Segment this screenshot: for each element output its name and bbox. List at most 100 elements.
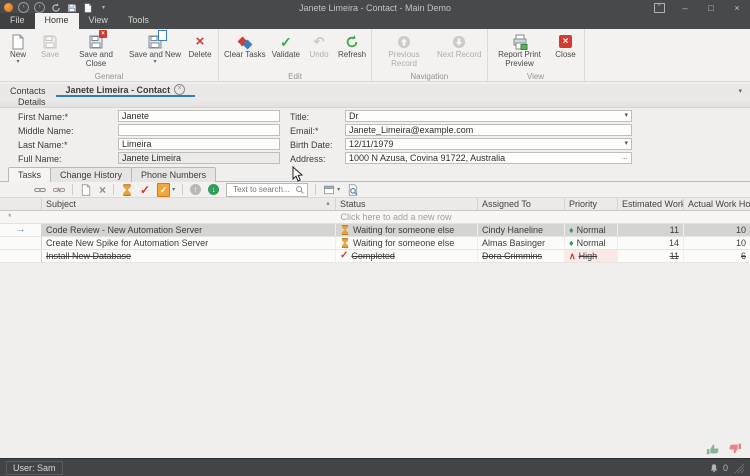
view-settings-icon[interactable]: ▾ — [323, 183, 340, 196]
move-down-icon[interactable]: ↓ — [208, 183, 219, 196]
waiting-icon — [340, 238, 350, 248]
group-label-navigation: Navigation — [372, 72, 486, 81]
forward-icon[interactable]: › — [34, 2, 45, 13]
validate-button[interactable]: ✓ Validate — [269, 30, 303, 60]
table-row[interactable]: Install New Database ✓Completed Dora Cri… — [0, 250, 750, 263]
tab-contact-detail[interactable]: Janete Limeira - Contact × — [56, 84, 196, 97]
notifications-bell-icon[interactable] — [709, 463, 719, 473]
close-view-button[interactable]: × Close — [550, 30, 582, 60]
cell-estimated[interactable]: 14 — [618, 237, 684, 249]
cell-priority[interactable]: ♦Normal — [565, 224, 618, 236]
refresh-qat-icon[interactable] — [50, 2, 61, 13]
tab-phone-numbers[interactable]: Phone Numbers — [131, 167, 216, 182]
tab-file[interactable]: File — [0, 13, 35, 29]
link-icon[interactable] — [34, 183, 46, 196]
ellipsis-icon[interactable]: … — [621, 153, 628, 163]
clear-tasks-button[interactable]: Clear Tasks — [221, 30, 269, 60]
validate-check-icon: ✓ — [280, 32, 292, 51]
minimize-button[interactable]: – — [672, 0, 698, 15]
tab-contacts[interactable]: Contacts — [0, 84, 56, 97]
report-print-preview-button[interactable]: Report Print Preview — [490, 30, 550, 68]
header-subject[interactable]: Subject▲ — [42, 198, 336, 210]
cell-actual[interactable]: 10 — [684, 224, 750, 236]
unlink-icon[interactable] — [53, 183, 65, 196]
cell-estimated[interactable]: 11 — [618, 224, 684, 236]
new-button[interactable]: New ▾ — [2, 30, 34, 65]
chevron-down-icon[interactable]: ▾ — [624, 139, 628, 149]
priority-text: High — [579, 250, 598, 262]
tab-scroll-menu-icon[interactable]: ▾ — [738, 87, 742, 95]
cell-assigned-to[interactable]: Almas Basinger — [478, 237, 565, 249]
table-row[interactable]: Create New Spike for Automation Server W… — [0, 237, 750, 250]
first-name-field[interactable] — [118, 110, 280, 122]
search-icon[interactable] — [295, 185, 305, 195]
email-field[interactable] — [345, 124, 632, 136]
full-name-field[interactable] — [118, 152, 280, 164]
cell-estimated[interactable]: 11 — [618, 250, 684, 262]
save-and-new-button[interactable]: Save and New ▾ — [126, 30, 184, 65]
application-window: ‹ › ▾ Janete Limeira - Contact - Main De… — [0, 0, 750, 476]
tab-view[interactable]: View — [79, 13, 118, 29]
refresh-button[interactable]: Refresh — [335, 30, 369, 60]
thumbs-up-icon[interactable] — [706, 442, 720, 456]
toolbar-separator — [315, 184, 316, 195]
header-assigned-to[interactable]: Assigned To — [478, 198, 565, 210]
back-icon[interactable]: ‹ — [18, 2, 29, 13]
app-icon[interactable] — [4, 3, 13, 12]
cell-priority[interactable]: ♦Normal — [565, 237, 618, 249]
dropdown-caret-icon: ▾ — [16, 60, 19, 65]
tab-tasks[interactable]: Tasks — [8, 167, 51, 182]
cell-status[interactable]: Waiting for someone else — [336, 237, 478, 249]
defer-task-icon[interactable] — [121, 183, 133, 196]
mark-completed-icon[interactable]: ✓ — [140, 183, 150, 196]
task-status-icon[interactable]: ✓▾ — [157, 183, 175, 196]
resize-grip[interactable] — [734, 463, 744, 473]
delete-task-icon[interactable]: × — [99, 183, 106, 196]
chevron-down-icon[interactable]: ▾ — [624, 111, 628, 121]
cell-priority[interactable]: ∧High — [565, 250, 618, 262]
cell-subject[interactable]: Install New Database — [42, 250, 336, 262]
print-preview-icon[interactable] — [347, 183, 359, 196]
cell-status[interactable]: ✓Completed — [336, 250, 478, 262]
table-row[interactable]: → Code Review - New Automation Server Wa… — [0, 224, 750, 237]
cell-subject[interactable]: Code Review - New Automation Server — [42, 224, 336, 236]
header-estimated[interactable]: Estimated Work H... — [618, 198, 684, 210]
mouse-cursor-icon — [292, 166, 304, 184]
search-input[interactable] — [231, 184, 295, 195]
cell-subject[interactable]: Create New Spike for Automation Server — [42, 237, 336, 249]
header-priority[interactable]: Priority — [565, 198, 618, 210]
birth-date-field[interactable]: 12/11/1979▾ — [345, 138, 632, 150]
new-row[interactable]: * Click here to add a new row — [0, 211, 750, 224]
ribbon: New ▾ Save × Save and Close Save and New… — [0, 29, 750, 82]
thumbs-down-icon[interactable] — [728, 442, 742, 456]
ribbon-display-options-icon[interactable]: ^ — [646, 0, 672, 15]
last-name-field[interactable] — [118, 138, 280, 150]
notifications-count: 0 — [723, 463, 728, 473]
header-actual[interactable]: Actual Work Hours — [684, 198, 750, 210]
new-task-icon[interactable] — [80, 183, 92, 196]
tab-close-icon[interactable]: × — [174, 84, 185, 95]
save-new-qat-icon[interactable] — [82, 2, 93, 13]
save-and-close-button[interactable]: × Save and Close — [66, 30, 126, 68]
cell-actual[interactable]: 10 — [684, 237, 750, 249]
address-field[interactable]: 1000 N Azusa, Covina 91722, Australia… — [345, 152, 632, 164]
middle-name-field[interactable] — [118, 124, 280, 136]
birth-date-label: Birth Date: — [290, 140, 333, 150]
tab-tools[interactable]: Tools — [118, 13, 159, 29]
close-window-button[interactable]: × — [724, 0, 750, 15]
cell-assigned-to[interactable]: Dora Crimmins — [478, 250, 565, 262]
new-row-hint[interactable]: Click here to add a new row — [42, 211, 750, 223]
save-qat-icon[interactable] — [66, 2, 77, 13]
tab-change-history[interactable]: Change History — [50, 167, 132, 182]
delete-button[interactable]: × Delete — [184, 30, 216, 60]
title-dropdown[interactable]: Dr▾ — [345, 110, 632, 122]
qat-customize-icon[interactable]: ▾ — [98, 2, 109, 13]
document-tab-strip: Contacts Janete Limeira - Contact × ▾ — [0, 84, 750, 98]
window-title: Janete Limeira - Contact - Main Demo — [0, 3, 750, 13]
cell-assigned-to[interactable]: Cindy Haneline — [478, 224, 565, 236]
cell-status[interactable]: Waiting for someone else — [336, 224, 478, 236]
header-status[interactable]: Status — [336, 198, 478, 210]
maximize-button[interactable]: □ — [698, 0, 724, 15]
tab-home[interactable]: Home — [35, 13, 79, 29]
cell-actual[interactable]: 6 — [684, 250, 750, 262]
